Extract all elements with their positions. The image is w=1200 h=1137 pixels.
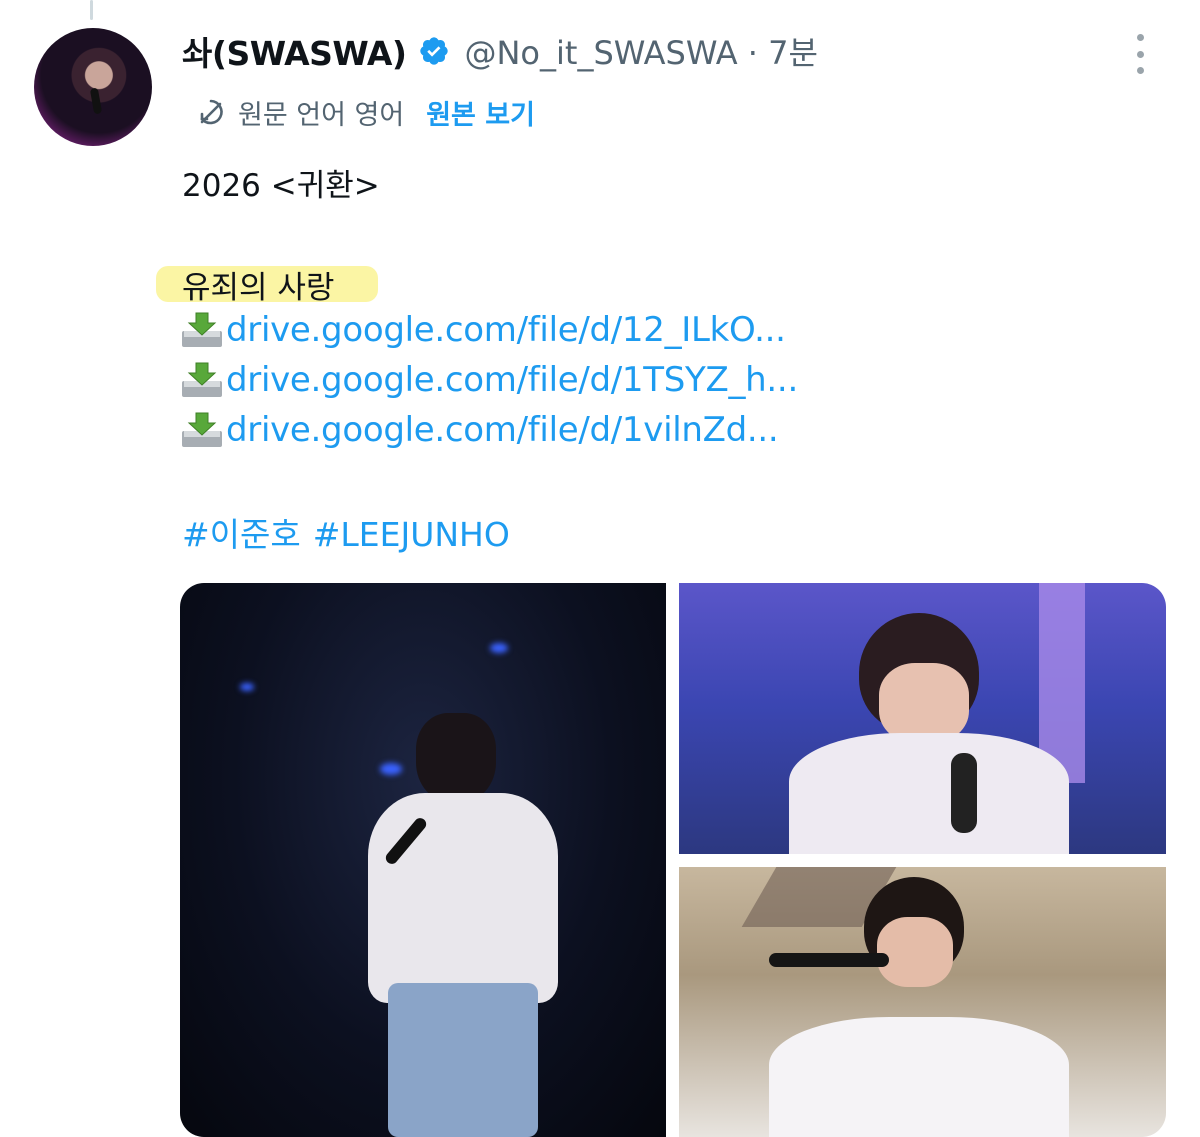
tweet-header: 솨(SWASWA) @No_it_SWASWA · 7분 (182, 28, 818, 74)
media-grid (180, 583, 1166, 1137)
hashtag-row: #이준호 #LEEJUNHO (182, 508, 522, 556)
performer-face (877, 917, 953, 987)
drive-link-row[interactable]: drive.google.com/file/d/12_ILkO... (180, 307, 786, 353)
handle-and-time[interactable]: @No_it_SWASWA · 7분 (464, 28, 817, 74)
microphone (769, 953, 889, 967)
song-title-text: 유죄의 사랑 (182, 270, 335, 306)
hashtag-link[interactable]: #LEEJUNHO (313, 515, 510, 554)
lightstick-glow (380, 763, 402, 775)
view-original-link[interactable]: 원본 보기 (426, 93, 535, 132)
drive-link[interactable]: drive.google.com/file/d/1TSYZ_h... (226, 360, 798, 400)
original-language-note: 원문 언어 영어 (238, 99, 405, 131)
inbox-tray-download-icon (182, 362, 222, 397)
microphone (951, 753, 977, 833)
concert-photo-3[interactable] (679, 867, 1166, 1137)
drive-link-row[interactable]: drive.google.com/file/d/1vilnZd... (180, 407, 779, 453)
drive-link[interactable]: drive.google.com/file/d/1vilnZd... (226, 410, 779, 450)
inbox-tray-download-icon (182, 312, 222, 347)
hashtag-link[interactable]: #이준호 (182, 515, 301, 554)
performer-jeans (388, 983, 538, 1137)
concert-photo-1[interactable] (180, 583, 666, 1137)
performer-face (879, 663, 969, 743)
avatar[interactable] (34, 28, 152, 146)
performer-white-shirt (368, 793, 558, 1003)
translate-icon (200, 99, 223, 125)
display-name[interactable]: 솨(SWASWA) (182, 27, 407, 75)
drive-link[interactable]: drive.google.com/file/d/12_ILkO... (226, 310, 786, 350)
avatar-microphone (89, 87, 103, 115)
concert-photo-2[interactable] (679, 583, 1166, 854)
lightstick-glow (490, 643, 508, 653)
more-options-icon[interactable] (1128, 34, 1152, 74)
translation-row: 원문 언어 영어 원본 보기 (194, 92, 535, 132)
verified-badge-icon (420, 37, 449, 65)
performer-white-shirt (789, 733, 1069, 854)
inbox-tray-download-icon (182, 412, 222, 447)
drive-link-row[interactable]: drive.google.com/file/d/1TSYZ_h... (180, 357, 798, 403)
tweet-text-line: 2026 <귀환> (182, 168, 380, 204)
performer-head (416, 713, 496, 803)
thread-connector-line (90, 0, 93, 20)
performer-white-shirt (769, 1017, 1069, 1137)
lightstick-glow (240, 683, 254, 691)
